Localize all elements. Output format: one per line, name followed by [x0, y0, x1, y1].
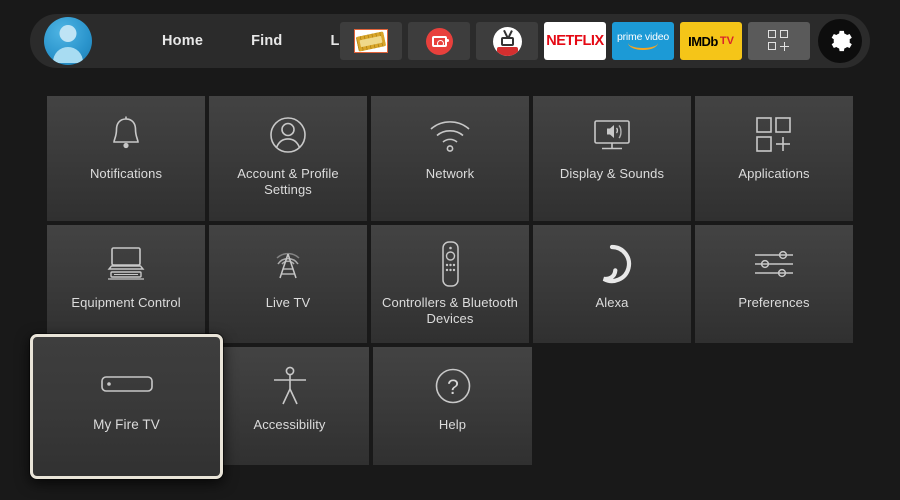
prime-video-label: prime video	[616, 30, 670, 43]
amazon-smile-icon	[628, 43, 658, 51]
nav-item-find[interactable]: Find	[227, 33, 306, 49]
settings-tile-label: Account & Profile Settings	[237, 166, 339, 198]
settings-grid: Notifications Account & Profile Settings	[30, 96, 853, 479]
settings-tile-alexa[interactable]: Alexa	[533, 225, 691, 343]
settings-tile-label: Live TV	[265, 295, 311, 310]
sliders-icon	[751, 233, 797, 295]
settings-tile-preferences[interactable]: Preferences	[695, 225, 853, 343]
settings-tile-label: Applications	[738, 166, 810, 181]
settings-gear-button[interactable]	[818, 19, 862, 63]
fire-tv-settings-screen: Home Find Live NETFLIX prime video	[0, 0, 900, 500]
cinema-ticket-icon	[354, 29, 388, 53]
settings-tile-my-fire-tv-slot: My Fire TV	[30, 334, 223, 479]
settings-tile-label: Network	[425, 166, 475, 181]
tv-speaker-icon	[588, 104, 636, 166]
avatar-head	[59, 25, 77, 42]
accessibility-person-icon	[270, 355, 310, 417]
profile-avatar[interactable]	[44, 17, 92, 65]
netflix-app-tile[interactable]: NETFLIX	[544, 22, 606, 60]
broadcast-tower-icon	[266, 233, 310, 295]
settings-tile-label: My Fire TV	[93, 417, 160, 432]
prime-video-app-tile[interactable]: prime video	[612, 22, 674, 60]
tv-antenna-app-tile[interactable]	[476, 22, 538, 60]
avatar-body	[53, 47, 83, 63]
settings-row-2: Equipment Control Live TV Controllers & …	[47, 225, 853, 343]
nav-item-home[interactable]: Home	[138, 33, 227, 49]
settings-tile-label: Accessibility	[253, 417, 326, 432]
settings-tile-label: Notifications	[89, 166, 163, 181]
settings-tile-network[interactable]: Network	[371, 96, 529, 221]
settings-tile-label: Equipment Control	[71, 295, 181, 310]
imdb-tv-app-tile[interactable]: IMDb TV	[680, 22, 742, 60]
settings-tile-notifications[interactable]: Notifications	[47, 96, 205, 221]
imdb-label: IMDb	[688, 33, 718, 49]
remote-control-icon	[437, 233, 463, 295]
settings-tile-account-profile-settings[interactable]: Account & Profile Settings	[209, 96, 367, 221]
cinema-ticket-app-tile[interactable]	[340, 22, 402, 60]
gear-icon	[831, 30, 852, 52]
settings-tile-live-tv[interactable]: Live TV	[209, 225, 367, 343]
settings-row-1: Notifications Account & Profile Settings	[47, 96, 853, 221]
settings-tile-display-sounds[interactable]: Display & Sounds	[533, 96, 691, 221]
fire-tv-stick-icon	[96, 351, 158, 417]
settings-tile-label: Preferences	[738, 295, 810, 310]
red-tv-icon	[425, 27, 453, 55]
settings-tile-label: Alexa	[595, 295, 629, 310]
settings-tile-applications[interactable]: Applications	[695, 96, 853, 221]
top-navigation-bar: Home Find Live NETFLIX prime video	[30, 14, 870, 68]
settings-tile-controllers-bluetooth-devices[interactable]: Controllers & Bluetooth Devices	[371, 225, 529, 343]
settings-tile-my-fire-tv[interactable]: My Fire TV	[30, 334, 223, 479]
settings-tile-label: Help	[438, 417, 467, 432]
settings-tile-accessibility[interactable]: Accessibility	[210, 347, 369, 465]
alexa-ring-icon	[591, 233, 633, 295]
settings-row-3: My Fire TV Accessibility ? Help	[30, 334, 853, 479]
apps-grid-plus-icon	[753, 104, 795, 166]
wifi-icon	[427, 104, 473, 166]
person-circle-icon	[266, 104, 310, 166]
bell-icon	[106, 104, 146, 166]
settings-tile-equipment-control[interactable]: Equipment Control	[47, 225, 205, 343]
app-shortcut-row: NETFLIX prime video IMDb TV	[340, 14, 862, 68]
svg-text:?: ?	[447, 376, 459, 399]
settings-tile-help[interactable]: ? Help	[373, 347, 532, 465]
apps-grid-plus-icon	[768, 30, 790, 52]
red-tv-app-tile[interactable]	[408, 22, 470, 60]
settings-tile-label: Display & Sounds	[559, 166, 665, 181]
monitor-device-icon	[102, 233, 150, 295]
settings-tile-label: Controllers & Bluetooth Devices	[382, 295, 518, 327]
apps-grid-button[interactable]	[748, 22, 810, 60]
tv-antenna-icon	[492, 26, 522, 56]
question-circle-icon: ?	[432, 355, 474, 417]
netflix-label: NETFLIX	[546, 33, 604, 49]
imdb-tv-suffix: TV	[719, 35, 734, 47]
